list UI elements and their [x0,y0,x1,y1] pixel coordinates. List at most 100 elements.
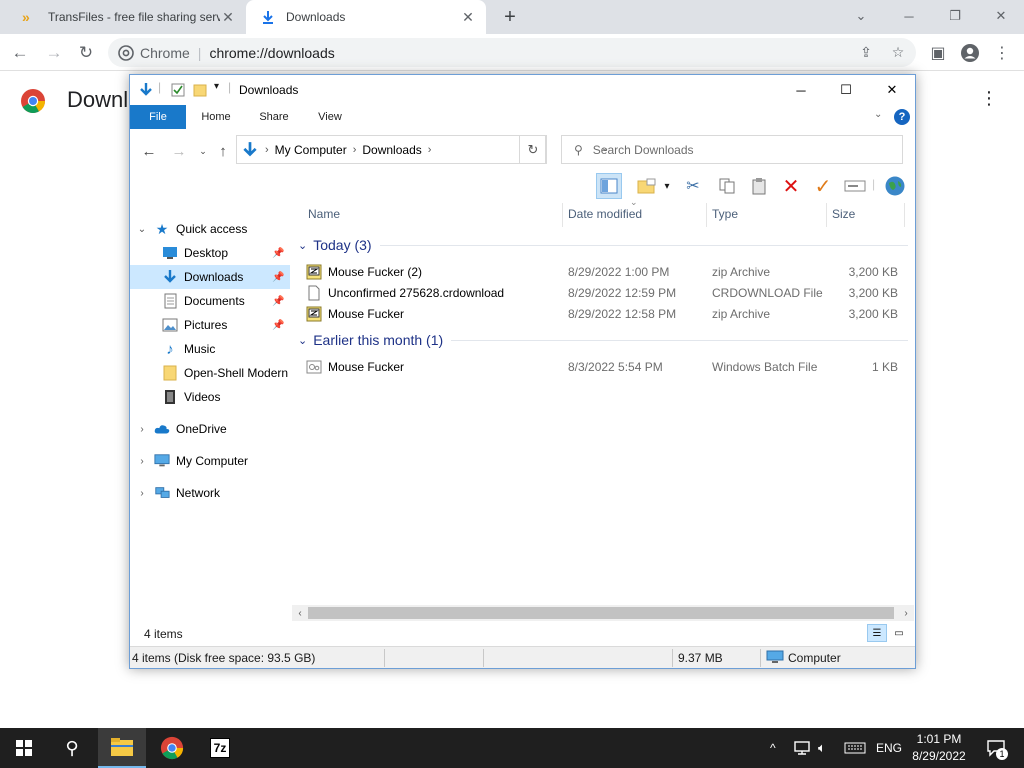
share-icon[interactable]: ⇪ [852,38,880,67]
chrome-menu-icon[interactable]: ⋮ [988,39,1016,67]
chevron-right-icon[interactable]: › [265,144,269,156]
recent-locations-icon[interactable]: ⌄ [192,141,214,161]
column-header-size[interactable]: Size [832,207,855,221]
close-icon[interactable]: ✕ [220,9,236,25]
pin-icon[interactable]: 📌 [272,248,284,259]
close-window-icon[interactable]: ✕ [978,0,1024,32]
column-divider[interactable] [904,203,905,227]
pin-icon[interactable]: 📌 [272,272,284,283]
side-panel-icon[interactable]: ▣ [924,39,952,67]
tab-share[interactable]: Share [250,105,298,129]
file-row[interactable]: Unconfirmed 275628.crdownload 8/29/2022 … [306,282,906,303]
back-arrow-icon[interactable]: ← [138,141,160,161]
globe-icon[interactable] [882,173,908,199]
group-header-today[interactable]: ⌄ Today (3) [298,237,908,253]
group-header-earlier-this-month[interactable]: ⌄ Earlier this month (1) [298,332,908,348]
volume-icon[interactable]: 🔈︎ [818,728,826,768]
up-arrow-icon[interactable]: ↑ [212,141,234,161]
cut-icon[interactable]: ✂ [680,173,706,199]
chevron-down-icon[interactable]: ⌄ [298,334,307,347]
explorer-titlebar[interactable]: | ▾ | Downloads ─ ☐ ✕ [130,75,915,105]
notification-center-icon[interactable]: 1 [982,728,1010,768]
nav-item-onedrive[interactable]: › OneDrive [130,417,290,441]
tab-view[interactable]: View [306,105,354,129]
chevron-down-icon[interactable]: ▾ [660,173,674,199]
restore-icon[interactable]: ❐ [932,0,978,32]
copy-icon[interactable] [714,173,740,199]
nav-item-open-shell[interactable]: Open-Shell Modern [130,361,290,385]
keyboard-icon[interactable] [844,728,866,768]
7zip-taskbar-icon[interactable]: 7z [196,728,244,768]
refresh-button[interactable]: ↻ [519,135,547,164]
chevron-down-icon[interactable]: ⌄ [838,0,884,32]
large-icons-view-icon[interactable]: ▭ [889,624,909,642]
chevron-down-icon[interactable]: ⌄ [298,239,307,252]
file-row[interactable]: Mouse Fucker 8/29/2022 12:58 PM zip Arch… [306,303,906,324]
scroll-right-icon[interactable]: › [898,605,914,621]
preview-pane-icon[interactable] [596,173,622,199]
chevron-right-icon[interactable]: › [136,488,148,499]
new-tab-button[interactable]: + [498,5,522,29]
show-hidden-icons-icon[interactable]: ^ [770,728,776,768]
nav-item-my-computer[interactable]: › My Computer [130,449,290,473]
new-folder-icon[interactable] [192,82,208,98]
search-input[interactable]: ⚲ Search Downloads [561,135,903,164]
page-menu-icon[interactable]: ⋮ [980,88,998,109]
nav-item-quick-access[interactable]: ⌄ ★ Quick access [130,217,290,241]
breadcrumb-downloads[interactable]: Downloads [362,143,421,157]
properties-icon[interactable] [170,82,186,98]
minimize-icon[interactable]: ─ [778,75,824,105]
chevron-right-icon[interactable]: › [136,456,148,467]
forward-arrow-icon[interactable]: → [40,39,68,67]
breadcrumb-my-computer[interactable]: My Computer [275,143,347,157]
back-arrow-icon[interactable]: ← [6,39,34,67]
nav-item-network[interactable]: › Network [130,481,290,505]
omnibox[interactable]: Chrome | chrome://downloads ⇪ ☆ [108,38,916,67]
column-header-type[interactable]: Type [712,207,738,221]
start-button[interactable] [0,728,48,768]
rename-icon[interactable] [842,173,868,199]
chevron-right-icon[interactable]: › [136,424,148,435]
file-row[interactable]: Mouse Fucker 8/3/2022 5:54 PM Windows Ba… [306,356,906,377]
minimize-icon[interactable]: ─ [886,0,932,32]
network-status-icon[interactable] [794,728,810,768]
column-header-name[interactable]: Name [308,207,340,221]
profile-avatar-icon[interactable] [956,39,984,67]
scroll-left-icon[interactable]: ‹ [292,605,308,621]
details-view-icon[interactable]: ☰ [867,624,887,642]
chrome-taskbar-icon[interactable] [148,728,196,768]
scrollbar-thumb[interactable] [308,607,894,619]
folder-options-icon[interactable] [634,173,660,199]
pin-icon[interactable]: 📌 [272,296,284,307]
chevron-right-icon[interactable]: › [428,144,432,156]
pin-icon[interactable]: 📌 [272,320,284,331]
nav-item-downloads[interactable]: Downloads 📌 [130,265,290,289]
nav-item-pictures[interactable]: Pictures 📌 [130,313,290,337]
column-divider[interactable] [706,203,707,227]
tab-file[interactable]: File [130,105,186,129]
column-divider[interactable] [562,203,563,227]
file-explorer-taskbar-icon[interactable] [98,728,146,768]
delete-icon[interactable]: ✕ [778,173,804,199]
maximize-icon[interactable]: ☐ [823,75,869,105]
nav-item-documents[interactable]: Documents 📌 [130,289,290,313]
chevron-down-icon[interactable]: ⌄ [136,224,148,235]
nav-item-music[interactable]: ♪ Music [130,337,290,361]
tab-downloads[interactable]: Downloads ✕ [246,0,486,34]
search-icon[interactable]: ⚲ [48,728,96,768]
close-icon[interactable]: ✕ [869,75,915,105]
system-clock[interactable]: 1:01 PM 8/29/2022 [908,731,970,765]
close-icon[interactable]: ✕ [460,9,476,25]
bookmark-star-icon[interactable]: ☆ [884,38,912,67]
input-language[interactable]: ENG [876,728,902,768]
ribbon-expand-icon[interactable]: ⌄ [874,109,882,120]
horizontal-scrollbar[interactable]: ‹ › [292,605,914,621]
address-bar[interactable]: › My Computer › Downloads › ⌄ [236,135,609,164]
reload-icon[interactable]: ↻ [72,39,100,67]
nav-item-desktop[interactable]: Desktop 📌 [130,241,290,265]
column-divider[interactable] [826,203,827,227]
chevron-right-icon[interactable]: › [353,144,357,156]
help-icon[interactable]: ? [894,109,910,125]
nav-item-videos[interactable]: Videos [130,385,290,409]
paste-icon[interactable] [746,173,772,199]
